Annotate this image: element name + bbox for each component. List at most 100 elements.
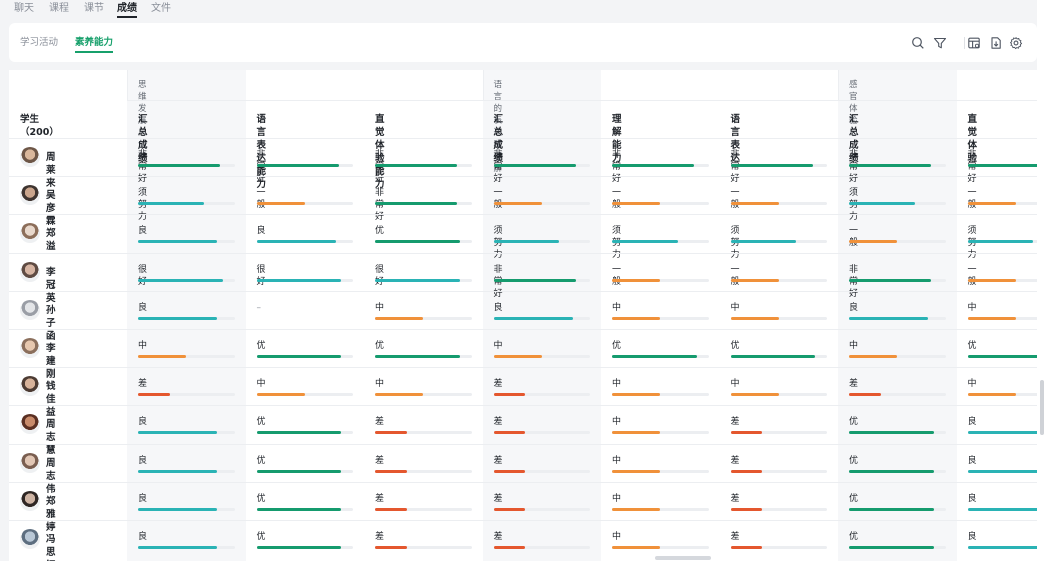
- gear-icon[interactable]: [1009, 36, 1023, 50]
- grade-value: 非常好: [375, 150, 385, 184]
- grade-value: 很好: [375, 264, 385, 287]
- student-name[interactable]: 钱佳益: [46, 380, 56, 419]
- grade-bar-fill: [375, 469, 407, 473]
- grade-value: 差: [375, 417, 385, 428]
- grade-bar: [730, 355, 827, 358]
- grade-bar-fill: [849, 507, 934, 511]
- grade-bar: [612, 546, 709, 549]
- grade-bar-fill: [375, 431, 407, 435]
- student-name[interactable]: 李建刚: [46, 342, 56, 381]
- grade-value: 良: [967, 455, 977, 466]
- avatar: [20, 452, 40, 473]
- avatar: [20, 299, 40, 320]
- group-divider: [482, 70, 484, 100]
- top-tab-2[interactable]: 课节: [84, 2, 104, 16]
- student-name[interactable]: 孙子函: [46, 304, 56, 343]
- student-column-header[interactable]: 学生（200）: [20, 113, 59, 139]
- grade-bar: [375, 240, 472, 244]
- student-name[interactable]: 周志伟: [46, 457, 56, 496]
- grade-value: 优: [256, 341, 266, 351]
- horizontal-scrollbar[interactable]: [655, 556, 711, 560]
- avatar: [20, 376, 40, 397]
- table-settings-icon[interactable]: [967, 36, 981, 50]
- student-name[interactable]: 冯思钗: [46, 533, 56, 561]
- grade-bar: [138, 431, 235, 435]
- grade-bar-fill: [375, 546, 407, 549]
- grade-bar: [256, 278, 353, 282]
- grade-bar-fill: [256, 431, 342, 435]
- grade-bar-fill: [375, 164, 458, 167]
- grade-bar-fill: [730, 393, 779, 397]
- grade-bar-fill: [967, 202, 1016, 206]
- grade-bar: [612, 316, 709, 320]
- grade-value: 一般: [256, 188, 266, 211]
- top-tab-0[interactable]: 聊天: [14, 2, 34, 16]
- grade-bar-fill: [967, 393, 1016, 397]
- grade-bar-fill: [138, 202, 204, 206]
- grade-bar: [612, 507, 709, 511]
- grade-bar: [375, 393, 472, 397]
- grade-bar: [138, 469, 235, 473]
- student-name[interactable]: 李冠英: [46, 266, 56, 305]
- student-name[interactable]: 吴彦霖: [46, 189, 56, 228]
- grade-bar: [375, 355, 472, 358]
- grade-bar: [493, 355, 590, 358]
- student-name[interactable]: 郑溢: [46, 227, 56, 253]
- grade-value: 差: [493, 417, 503, 428]
- grade-value: 非常好: [730, 150, 740, 184]
- grade-value: 须努力: [849, 188, 859, 223]
- grade-bar-fill: [967, 355, 1037, 358]
- grade-bar: [849, 202, 946, 206]
- grade-bar: [375, 469, 472, 473]
- student-name[interactable]: 周志慧: [46, 418, 56, 457]
- header-divider: [127, 100, 1037, 101]
- search-icon[interactable]: [911, 36, 925, 50]
- grade-value: 须努力: [967, 226, 977, 261]
- grade-bar-fill: [612, 431, 661, 435]
- export-icon[interactable]: [989, 36, 1003, 50]
- grade-bar: [849, 164, 946, 167]
- grade-value: 优: [375, 226, 385, 237]
- grade-value: 须努力: [493, 226, 503, 261]
- top-tab-4[interactable]: 文件: [151, 2, 171, 16]
- vertical-scrollbar[interactable]: [1040, 380, 1044, 435]
- grade-bar: [967, 240, 1037, 244]
- grade-bar: [493, 164, 590, 167]
- sub-tab-1[interactable]: 素养能力: [75, 36, 114, 53]
- top-tab-3[interactable]: 成绩: [117, 2, 137, 18]
- grade-value: 中: [493, 341, 503, 351]
- grade-value: 中: [612, 379, 622, 390]
- grade-value: 差: [375, 455, 385, 466]
- grade-bar: [138, 278, 235, 282]
- grade-value: 一般: [849, 226, 859, 249]
- row-divider: [9, 329, 1037, 330]
- grade-bar: [849, 469, 946, 473]
- grade-value: 非常好: [375, 188, 385, 223]
- grade-bar-fill: [256, 164, 339, 167]
- grade-bar: [849, 278, 946, 282]
- grade-bar: [612, 240, 709, 244]
- grade-bar: [967, 164, 1037, 167]
- grade-value: 须努力: [612, 226, 622, 261]
- student-name[interactable]: 周莱来: [46, 151, 56, 190]
- grade-bar: [730, 546, 827, 549]
- grade-bar: [493, 202, 590, 206]
- row-divider: [9, 252, 1037, 254]
- filter-icon[interactable]: [933, 36, 947, 50]
- grade-bar-fill: [138, 316, 218, 320]
- sub-tab-0[interactable]: 学习活动: [20, 36, 58, 49]
- grade-value: 差: [375, 493, 385, 504]
- grade-bar-fill: [730, 202, 779, 206]
- grade-bar-fill: [375, 240, 460, 244]
- grade-bar-fill: [375, 278, 460, 282]
- grade-value: 中: [730, 302, 740, 313]
- grade-bar-fill: [612, 240, 678, 244]
- student-name[interactable]: 郑雅婷: [46, 495, 56, 534]
- grade-bar-fill: [849, 546, 934, 549]
- grade-value: 差: [849, 379, 859, 390]
- grade-bar-fill: [138, 355, 187, 358]
- grade-bar: [730, 240, 827, 244]
- grade-bar: [138, 240, 235, 244]
- grade-bar-fill: [730, 431, 763, 435]
- top-tab-1[interactable]: 课程: [49, 2, 69, 16]
